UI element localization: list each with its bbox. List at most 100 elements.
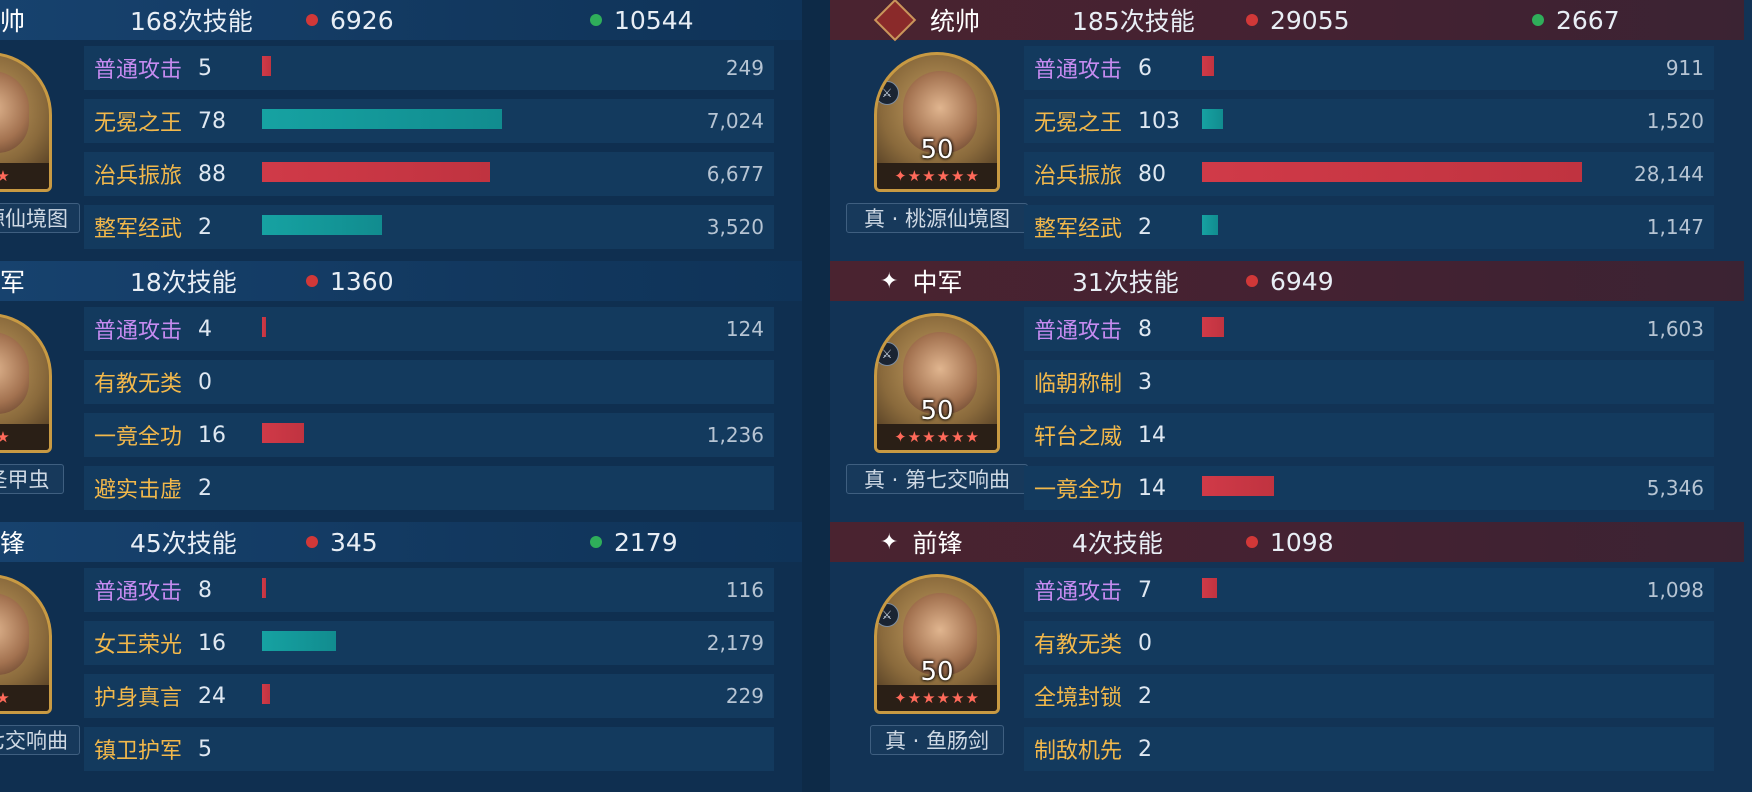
left-team-panel: 帅 168次技能 6926 10544 0 ★★★ 源仙境图 普通攻击 5 249 无… — [0, 0, 802, 792]
skill-row[interactable]: 整军经武 2 3,520 — [84, 205, 774, 249]
skill-use-count: 5 — [198, 55, 212, 81]
hero-level: 50 — [920, 657, 954, 687]
skill-row[interactable]: 临朝称制 3 — [1024, 360, 1714, 404]
skill-row[interactable]: 无冕之王 103 1,520 — [1024, 99, 1714, 143]
skill-damage-value: 28,144 — [1634, 162, 1704, 186]
skill-name: 护身真言 — [94, 686, 183, 711]
skill-row[interactable]: 镇卫护军 5 — [84, 727, 774, 771]
skill-row[interactable]: 有教无类 0 — [84, 360, 774, 404]
skill-row[interactable]: 治兵振旅 80 28,144 — [1024, 152, 1714, 196]
skill-damage-value: 1,098 — [1646, 578, 1704, 602]
skill-name: 一竟全功 — [1034, 478, 1123, 503]
skill-use-count: 16 — [198, 630, 226, 656]
skill-row[interactable]: 治兵振旅 88 6,677 — [84, 152, 774, 196]
skill-name: 有教无类 — [94, 372, 183, 397]
skill-use-count: 6 — [1138, 55, 1152, 81]
skill-row[interactable]: 普通攻击 8 1,603 — [1024, 307, 1714, 351]
skill-damage-value: 1,520 — [1646, 109, 1704, 133]
skill-row[interactable]: 普通攻击 8 116 — [84, 568, 774, 612]
role-header: 军 18次技能 1360 — [0, 261, 802, 301]
right-team-panel: 统帅 185次技能 29055 2667 ⚔ 50 ✦★★★★★ 真 · 桃源仙… — [830, 0, 1752, 792]
treasure-nameplate[interactable]: 圣甲虫 — [0, 464, 64, 494]
skill-use-count: 78 — [198, 108, 226, 134]
treasure-nameplate[interactable]: 真 · 鱼肠剑 — [870, 725, 1004, 755]
hero-portrait[interactable]: 0 ★★★ — [0, 574, 52, 714]
treasure-nameplate[interactable]: 七交响曲 — [0, 725, 80, 755]
skill-row[interactable]: 护身真言 24 229 — [84, 674, 774, 718]
hero-portrait[interactable]: ⚔ 50 ✦★★★★★ — [874, 52, 1000, 192]
red-stat-value: 1360 — [330, 266, 394, 296]
role-title: 前锋 — [912, 529, 963, 558]
treasure-nameplate[interactable]: 真 · 第七交响曲 — [846, 464, 1028, 494]
damage-bar — [262, 215, 382, 235]
skill-use-count: 88 — [198, 161, 226, 187]
skill-row[interactable]: 避实击虚 2 — [84, 466, 774, 510]
equipment-badge-icon: ⚔ — [877, 81, 899, 105]
skill-use-count: 24 — [198, 683, 226, 709]
red-dot-icon — [306, 536, 318, 548]
skill-row[interactable]: 有教无类 0 — [1024, 621, 1714, 665]
green-stat-value: 10544 — [614, 5, 694, 35]
skill-row[interactable]: 普通攻击 6 911 — [1024, 46, 1714, 90]
skill-use-count: 0 — [1138, 630, 1152, 656]
skill-use-count: 8 — [1138, 316, 1152, 342]
skill-use-count: 8 — [198, 577, 212, 603]
skill-name: 普通攻击 — [94, 58, 183, 83]
hero-portrait[interactable]: 0 ★★★ — [0, 52, 52, 192]
skill-use-count: 2 — [198, 475, 212, 501]
red-stat-value: 6949 — [1270, 266, 1334, 296]
skill-use-count: 14 — [1138, 422, 1166, 448]
skill-row[interactable]: 制敌机先 2 — [1024, 727, 1714, 771]
hero-level: 50 — [920, 135, 954, 165]
skill-use-count: 2 — [1138, 214, 1152, 240]
skill-name: 无冕之王 — [1034, 111, 1123, 136]
skill-row[interactable]: 女王荣光 16 2,179 — [84, 621, 774, 665]
role-title: 军 — [0, 268, 26, 297]
skill-row[interactable]: 普通攻击 7 1,098 — [1024, 568, 1714, 612]
damage-bar — [1202, 476, 1274, 496]
skill-row[interactable]: 一竟全功 14 5,346 — [1024, 466, 1714, 510]
skill-damage-value: 249 — [725, 56, 764, 80]
skill-row[interactable]: 全境封锁 2 — [1024, 674, 1714, 718]
red-stat-value: 345 — [330, 527, 378, 557]
star-rating: ★★★ — [0, 685, 49, 711]
hero-portrait[interactable]: 0 ★★★ — [0, 313, 52, 453]
skill-damage-value: 1,603 — [1646, 317, 1704, 341]
treasure-nameplate[interactable]: 源仙境图 — [0, 203, 80, 233]
damage-bar — [262, 578, 266, 598]
skill-use-count: 14 — [1138, 475, 1166, 501]
skill-row[interactable]: 无冕之王 78 7,024 — [84, 99, 774, 143]
skill-damage-value: 7,024 — [706, 109, 764, 133]
skill-name: 有教无类 — [1034, 633, 1123, 658]
star-rating: ★★★ — [0, 424, 49, 450]
star-rating: ✦★★★★★ — [877, 424, 997, 450]
hero-level: 0 — [0, 657, 49, 687]
skill-name: 全境封锁 — [1034, 686, 1123, 711]
skill-name: 避实击虚 — [94, 478, 183, 503]
role-title: 帅 — [0, 7, 26, 36]
skill-name: 整军经武 — [94, 217, 183, 242]
skill-row[interactable]: 一竟全功 16 1,236 — [84, 413, 774, 457]
role-title: 锋 — [0, 529, 26, 558]
role-header: 统帅 185次技能 29055 2667 — [830, 0, 1744, 42]
hero-portrait[interactable]: ⚔ 50 ✦★★★★★ — [874, 574, 1000, 714]
star-rating: ✦★★★★★ — [877, 163, 997, 189]
role-header: 帅 168次技能 6926 10544 — [0, 0, 802, 40]
treasure-nameplate[interactable]: 真 · 桃源仙境图 — [846, 203, 1028, 233]
damage-bar — [1202, 162, 1582, 182]
skill-row[interactable]: 普通攻击 4 124 — [84, 307, 774, 351]
damage-bar — [262, 423, 304, 443]
damage-bar — [262, 109, 502, 129]
sparkle-icon: ✦ — [880, 529, 899, 555]
skill-cast-count: 4次技能 — [1072, 529, 1163, 558]
role-block-commander: 统帅 185次技能 29055 2667 ⚔ 50 ✦★★★★★ 真 · 桃源仙… — [830, 0, 1752, 262]
skill-row[interactable]: 整军经武 2 1,147 — [1024, 205, 1714, 249]
skill-use-count: 7 — [1138, 577, 1152, 603]
skill-row[interactable]: 普通攻击 5 249 — [84, 46, 774, 90]
skill-name: 一竟全功 — [94, 425, 183, 450]
skill-use-count: 2 — [1138, 736, 1152, 762]
hero-portrait[interactable]: ⚔ 50 ✦★★★★★ — [874, 313, 1000, 453]
skill-row[interactable]: 轩台之威 14 — [1024, 413, 1714, 457]
equipment-badge-icon: ⚔ — [877, 603, 899, 627]
role-block-commander: 帅 168次技能 6926 10544 0 ★★★ 源仙境图 普通攻击 5 249 无… — [0, 0, 802, 262]
